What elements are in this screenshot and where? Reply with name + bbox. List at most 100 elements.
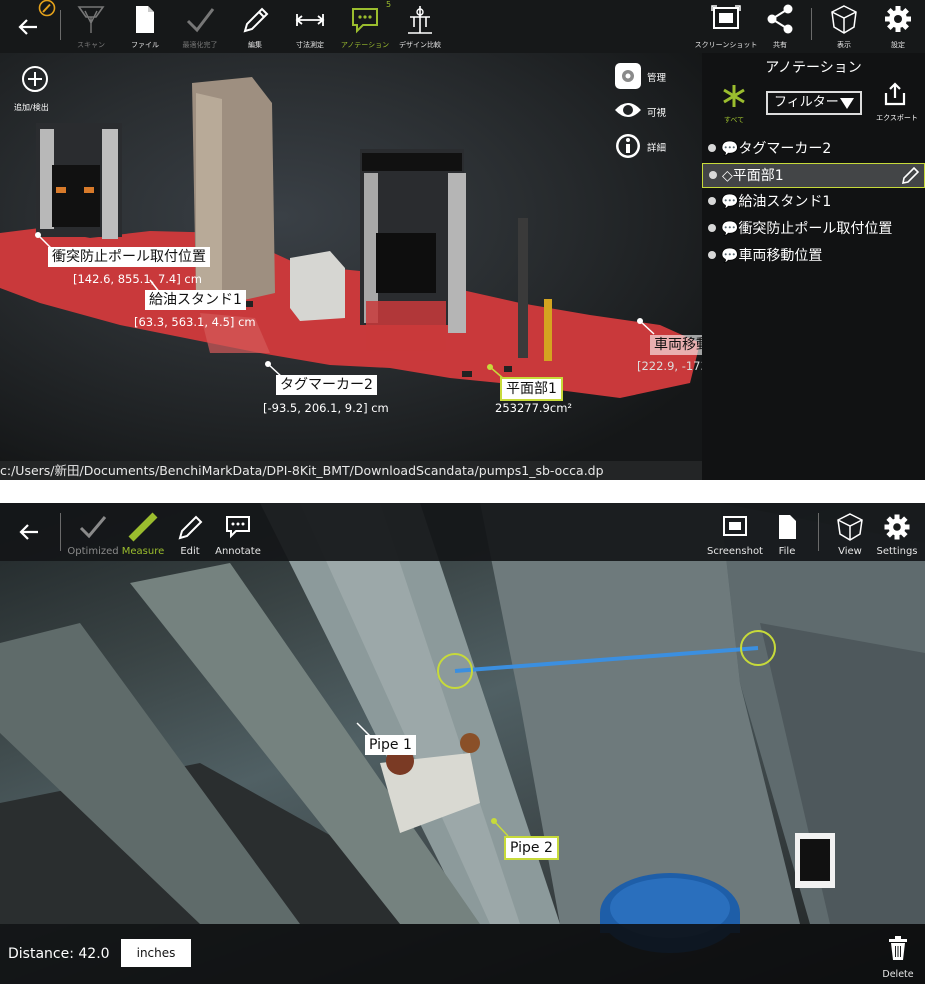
gear-icon [885, 6, 911, 32]
details-button[interactable] [614, 132, 642, 164]
tag-label[interactable]: タグマーカー2 [276, 375, 377, 395]
tag-label[interactable]: 車両移動位置 [650, 335, 702, 355]
measure-screen[interactable]: Optimized Measure Edit Annotate Screensh… [0, 503, 925, 984]
manage-button[interactable] [614, 62, 642, 94]
asterisk-icon [723, 85, 745, 107]
add-detect-label: 追加/検出 [14, 103, 49, 112]
plane-icon: ◇ [722, 168, 733, 184]
bullet-icon [708, 197, 716, 205]
all-label: すべて [723, 116, 745, 124]
pencil-icon [243, 7, 269, 33]
annotation-item-label: 車両移動位置 [738, 248, 823, 264]
toolbar-divider-right [811, 8, 812, 40]
annotation-list-item[interactable]: 💬給油スタンド1 [702, 190, 925, 215]
point-cloud-viewport[interactable]: 追加/検出 管理 可視 詳細 衝突防止ポール取付位置 [142.6, 855.1… [0, 53, 702, 461]
add-detect-button[interactable] [21, 65, 49, 97]
comment-icon: 💬 [721, 221, 739, 237]
visibility-label: 可視 [647, 108, 667, 119]
scanner-icon [77, 6, 105, 33]
settings-label: 設定 [891, 41, 905, 49]
comment-icon: 💬 [721, 141, 739, 157]
annotate-label: Annotate [215, 546, 261, 557]
settings-button[interactable]: 設定 [869, 0, 925, 53]
distance-readout: Distance: 42.0 [8, 946, 110, 962]
trash-icon [889, 936, 907, 960]
check-icon [186, 8, 215, 33]
tag-label-selected[interactable]: 平面部1 [500, 377, 563, 401]
bullet-icon [709, 171, 717, 179]
side-panel-title: アノテーション [765, 60, 862, 76]
file-button[interactable]: File [757, 503, 817, 561]
all-button[interactable]: すべて [720, 83, 748, 124]
bullet-icon [708, 224, 716, 232]
visibility-button[interactable] [614, 96, 642, 128]
comment-icon [226, 516, 250, 539]
tag-coordinate: [142.6, 855.1, 7.4] cm [73, 272, 202, 286]
share-label: 共有 [773, 41, 787, 49]
tag-coordinate: [222.9, -173.7, 8.7] cm [637, 359, 702, 373]
bullet-icon [708, 251, 716, 259]
annotation-item-label: 平面部1 [732, 168, 784, 184]
filter-dropdown[interactable]: フィルター [766, 91, 862, 115]
details-label: 詳細 [647, 143, 667, 154]
view-cube-icon [831, 5, 857, 34]
toolbar-divider [60, 10, 61, 40]
chevron-down-icon [840, 98, 854, 109]
settings-label: Settings [876, 546, 918, 557]
annotation-list-item-selected[interactable]: ◇平面部1 [702, 163, 925, 188]
design-compare-label: デザイン比較 [399, 41, 441, 49]
delete-button[interactable]: Delete [878, 932, 918, 982]
view-cube-icon [837, 513, 863, 541]
annotation-list-item[interactable]: 💬衝突防止ポール取付位置 [702, 217, 925, 242]
file-icon [779, 515, 796, 539]
eye-icon [615, 103, 641, 117]
share-button[interactable]: 共有 [751, 0, 809, 53]
annotation-list-item[interactable]: 💬車両移動位置 [702, 244, 925, 269]
unit-selector[interactable]: inches [121, 939, 191, 967]
add-circle-icon [22, 66, 48, 92]
comment-icon [352, 8, 378, 34]
design-compare-button[interactable]: デザイン比較 [391, 0, 449, 53]
pipe-tag-selected[interactable]: Pipe 2 [504, 836, 559, 860]
info-icon [616, 134, 640, 158]
tag-label[interactable]: 給油スタンド1 [145, 290, 246, 310]
annotation-list-item[interactable]: 💬タグマーカー2 [702, 137, 925, 162]
tag-area: 253277.9cm² [495, 401, 573, 415]
annotation-item-label: 衝突防止ポール取付位置 [738, 221, 893, 237]
tag-coordinate: [63.3, 563.1, 4.5] cm [134, 315, 256, 329]
export-icon [884, 82, 906, 106]
bullet-icon [708, 144, 716, 152]
check-icon [79, 516, 107, 539]
gear-icon [884, 514, 910, 540]
pipe-tag[interactable]: Pipe 1 [365, 735, 416, 755]
measure-icon [128, 512, 158, 542]
comment-icon: 💬 [721, 248, 739, 264]
file-icon [136, 6, 154, 33]
pencil-icon [178, 515, 203, 540]
annotation-screen: スキャン ファイル 最適化完了 編集 寸法測定 アノテーション 5 デザイン比較… [0, 0, 925, 480]
annotation-side-panel: アノテーション すべて フィルター エクスポート 💬タグマーカー2 ◇平面部1 [702, 53, 925, 480]
share-icon [767, 4, 793, 34]
export-button[interactable]: エクスポート [874, 81, 918, 125]
measure-toolbar: Optimized Measure Edit Annotate Screensh… [0, 503, 925, 561]
manage-icon [615, 63, 641, 89]
file-path: c:/Users/新田/Documents/BenchiMarkData/DPI… [0, 461, 702, 480]
back-arrow-icon [19, 524, 38, 540]
comment-icon: 💬 [721, 194, 739, 210]
filter-label: フィルター [774, 95, 839, 110]
measure-icon [295, 14, 325, 26]
pencil-icon[interactable] [900, 166, 920, 186]
design-compare-icon [408, 6, 432, 34]
settings-button[interactable]: Settings [867, 503, 925, 561]
screenshot-icon [723, 516, 747, 536]
annotate-button[interactable]: Annotate [208, 503, 268, 561]
export-label: エクスポート [876, 114, 918, 122]
annotation-item-label: タグマーカー2 [738, 141, 832, 157]
edit-badge-icon [38, 0, 56, 17]
tag-label[interactable]: 衝突防止ポール取付位置 [48, 247, 210, 267]
tag-coordinate: [-93.5, 206.1, 9.2] cm [263, 401, 389, 415]
top-toolbar: スキャン ファイル 最適化完了 編集 寸法測定 アノテーション 5 デザイン比較… [0, 0, 925, 53]
delete-label: Delete [882, 969, 914, 980]
screenshot-separator [0, 480, 925, 503]
back-button[interactable] [0, 503, 58, 561]
